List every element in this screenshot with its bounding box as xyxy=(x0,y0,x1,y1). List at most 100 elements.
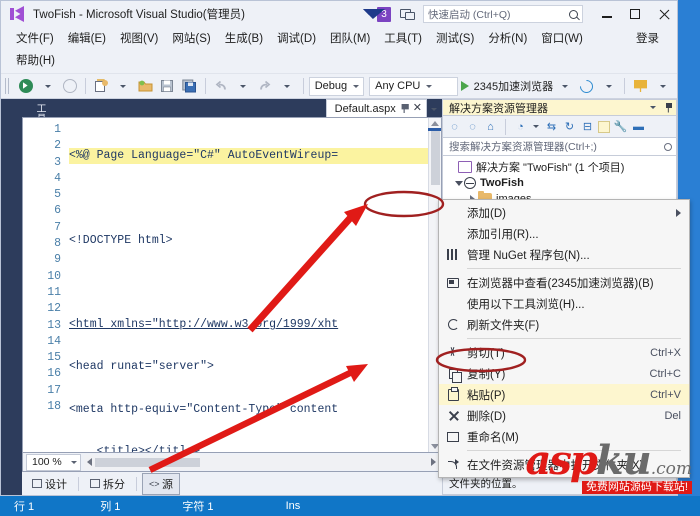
menu-item-debug[interactable]: 调试(D) xyxy=(270,28,323,48)
tree-item-project[interactable]: TwoFish xyxy=(443,175,676,191)
context-menu-item-delete[interactable]: 删除(D) Del xyxy=(439,405,689,426)
toolbar-overflow-button[interactable] xyxy=(652,76,673,97)
menu-item-team[interactable]: 团队(M) xyxy=(323,28,377,48)
toolbar-grip[interactable] xyxy=(5,78,12,94)
chevron-down-icon[interactable] xyxy=(454,180,463,186)
save-all-button[interactable] xyxy=(179,76,200,97)
editor-column: Default.aspx ✕ 1 2 3 4 5 6 7 8 9 10 11 1… xyxy=(18,99,442,495)
start-debugging-icon[interactable] xyxy=(460,81,469,91)
refresh-dropdown[interactable] xyxy=(598,76,619,97)
scroll-right-icon[interactable] xyxy=(431,458,436,466)
refresh-button[interactable] xyxy=(576,76,597,97)
undo-dropdown[interactable] xyxy=(233,76,254,97)
chevron-down-icon[interactable] xyxy=(533,125,539,128)
save-button[interactable] xyxy=(157,76,178,97)
preview-icon[interactable]: ▬ xyxy=(631,119,646,134)
quick-launch-input[interactable]: 快速启动 (Ctrl+Q) xyxy=(423,5,583,23)
scroll-left-icon[interactable] xyxy=(87,458,92,466)
search-icon xyxy=(664,142,672,151)
tab-list-dropdown-icon[interactable] xyxy=(427,101,440,117)
context-menu-item-refresh-folder[interactable]: 刷新文件夹(F) xyxy=(439,314,689,335)
refresh-icon xyxy=(439,319,467,330)
login-link[interactable]: 登录 xyxy=(626,28,669,48)
context-menu-shortcut: Del xyxy=(664,409,681,422)
pending-changes-icon[interactable]: ◔ xyxy=(513,119,528,134)
paste-icon xyxy=(439,386,467,401)
solution-explorer-search-input[interactable]: 搜索解决方案资源管理器(Ctrl+;) xyxy=(442,137,677,156)
open-website-button[interactable] xyxy=(135,76,156,97)
forward-icon[interactable]: ◌ xyxy=(465,119,480,134)
close-button[interactable] xyxy=(649,1,677,27)
menu-item-window[interactable]: 窗口(W) xyxy=(534,28,590,48)
context-menu-item-browse-with[interactable]: 使用以下工具浏览(H)... xyxy=(439,293,689,314)
scrollbar-thumb[interactable] xyxy=(430,131,440,185)
scroll-up-icon[interactable] xyxy=(431,121,439,126)
line-number: 18 xyxy=(47,400,61,414)
collapse-all-icon[interactable]: ⊟ xyxy=(580,119,595,134)
toolbox-vertical-tab[interactable]: 工具箱 xyxy=(1,99,45,495)
context-menu-item-add-reference[interactable]: 添加引用(R)... xyxy=(439,223,689,244)
menu-item-view[interactable]: 视图(V) xyxy=(113,28,165,48)
code-text[interactable]: <%@ Page Language="C#" AutoEventWireup= … xyxy=(67,118,428,452)
line-number: 8 xyxy=(54,237,61,251)
notification-flag-icon[interactable] xyxy=(361,7,375,21)
search-placeholder: 搜索解决方案资源管理器(Ctrl+;) xyxy=(449,141,597,153)
hscrollbar-thumb[interactable] xyxy=(95,457,200,467)
split-view-button[interactable]: 拆分 xyxy=(84,474,131,494)
zoom-level-combo[interactable]: 100 % xyxy=(26,453,81,471)
feedback-icon[interactable] xyxy=(399,7,415,21)
watermark-ku: ku xyxy=(595,437,652,484)
redo-dropdown[interactable] xyxy=(277,76,298,97)
new-website-dropdown[interactable] xyxy=(113,76,134,97)
back-icon[interactable]: ◌ xyxy=(447,119,462,134)
menu-item-tools[interactable]: 工具(T) xyxy=(377,28,429,48)
refresh-icon[interactable]: ↻ xyxy=(562,119,577,134)
solution-platform-combo[interactable]: Any CPU xyxy=(369,76,458,96)
show-all-files-icon[interactable] xyxy=(598,120,610,133)
code-editor[interactable]: 1 2 3 4 5 6 7 8 9 10 11 12 13 14 15 16 1 xyxy=(22,117,442,453)
menu-item-help[interactable]: 帮助(H) xyxy=(9,50,62,70)
watermark-asp: asp xyxy=(525,437,598,484)
design-view-button[interactable]: 设计 xyxy=(26,474,73,494)
solution-icon xyxy=(458,161,472,173)
home-icon[interactable]: ⌂ xyxy=(483,119,498,134)
pin-icon[interactable] xyxy=(401,104,409,113)
minimize-button[interactable] xyxy=(593,1,621,27)
tree-item-label: TwoFish xyxy=(480,177,524,189)
navigate-forward-button[interactable] xyxy=(59,76,80,97)
context-menu-item-paste[interactable]: 粘贴(P) Ctrl+V xyxy=(439,384,689,405)
navigate-backward-dropdown[interactable] xyxy=(37,76,58,97)
tree-item-solution[interactable]: 解决方案 "TwoFish" (1 个项目) xyxy=(443,159,676,175)
redo-button[interactable] xyxy=(255,76,276,97)
undo-button[interactable] xyxy=(211,76,232,97)
pin-icon[interactable] xyxy=(666,102,672,113)
navigate-backward-button[interactable] xyxy=(15,76,36,97)
context-menu-item-view-in-browser[interactable]: 在浏览器中查看(2345加速浏览器)(B) xyxy=(439,272,689,293)
menu-item-edit[interactable]: 编辑(E) xyxy=(61,28,113,48)
solution-configuration-combo[interactable]: Debug xyxy=(308,76,365,96)
sync-icon[interactable]: ⇆ xyxy=(544,119,559,134)
menu-item-website[interactable]: 网站(S) xyxy=(165,28,217,48)
editor-horizontal-scrollbar[interactable] xyxy=(84,454,439,470)
menu-item-analyze[interactable]: 分析(N) xyxy=(481,28,534,48)
run-target-dropdown[interactable] xyxy=(554,76,575,97)
source-view-button[interactable]: <> 源 xyxy=(142,472,180,495)
context-menu-item-manage-nuget[interactable]: 管理 NuGet 程序包(N)... xyxy=(439,244,689,265)
scrollbar-marker xyxy=(428,128,441,131)
maximize-button[interactable] xyxy=(621,1,649,27)
context-menu-item-copy[interactable]: 复制(Y) Ctrl+C xyxy=(439,363,689,384)
close-icon[interactable]: ✕ xyxy=(413,103,422,114)
context-menu-item-add[interactable]: 添加(D) xyxy=(439,202,689,223)
menu-item-test[interactable]: 测试(S) xyxy=(429,28,481,48)
document-tab-default-aspx[interactable]: Default.aspx ✕ xyxy=(325,99,427,117)
new-website-button[interactable] xyxy=(91,76,112,97)
menu-item-file[interactable]: 文件(F) xyxy=(9,28,61,48)
context-menu-item-cut[interactable]: 剪切(T) Ctrl+X xyxy=(439,342,689,363)
chevron-down-icon[interactable] xyxy=(650,106,656,109)
run-target-label[interactable]: 2345加速浏览器 xyxy=(474,78,553,94)
flag-toolbar-button[interactable] xyxy=(630,76,651,97)
properties-icon[interactable]: 🔧 xyxy=(613,119,628,134)
menu-item-build[interactable]: 生成(B) xyxy=(218,28,270,48)
notification-count-badge[interactable]: 3 xyxy=(377,6,391,22)
